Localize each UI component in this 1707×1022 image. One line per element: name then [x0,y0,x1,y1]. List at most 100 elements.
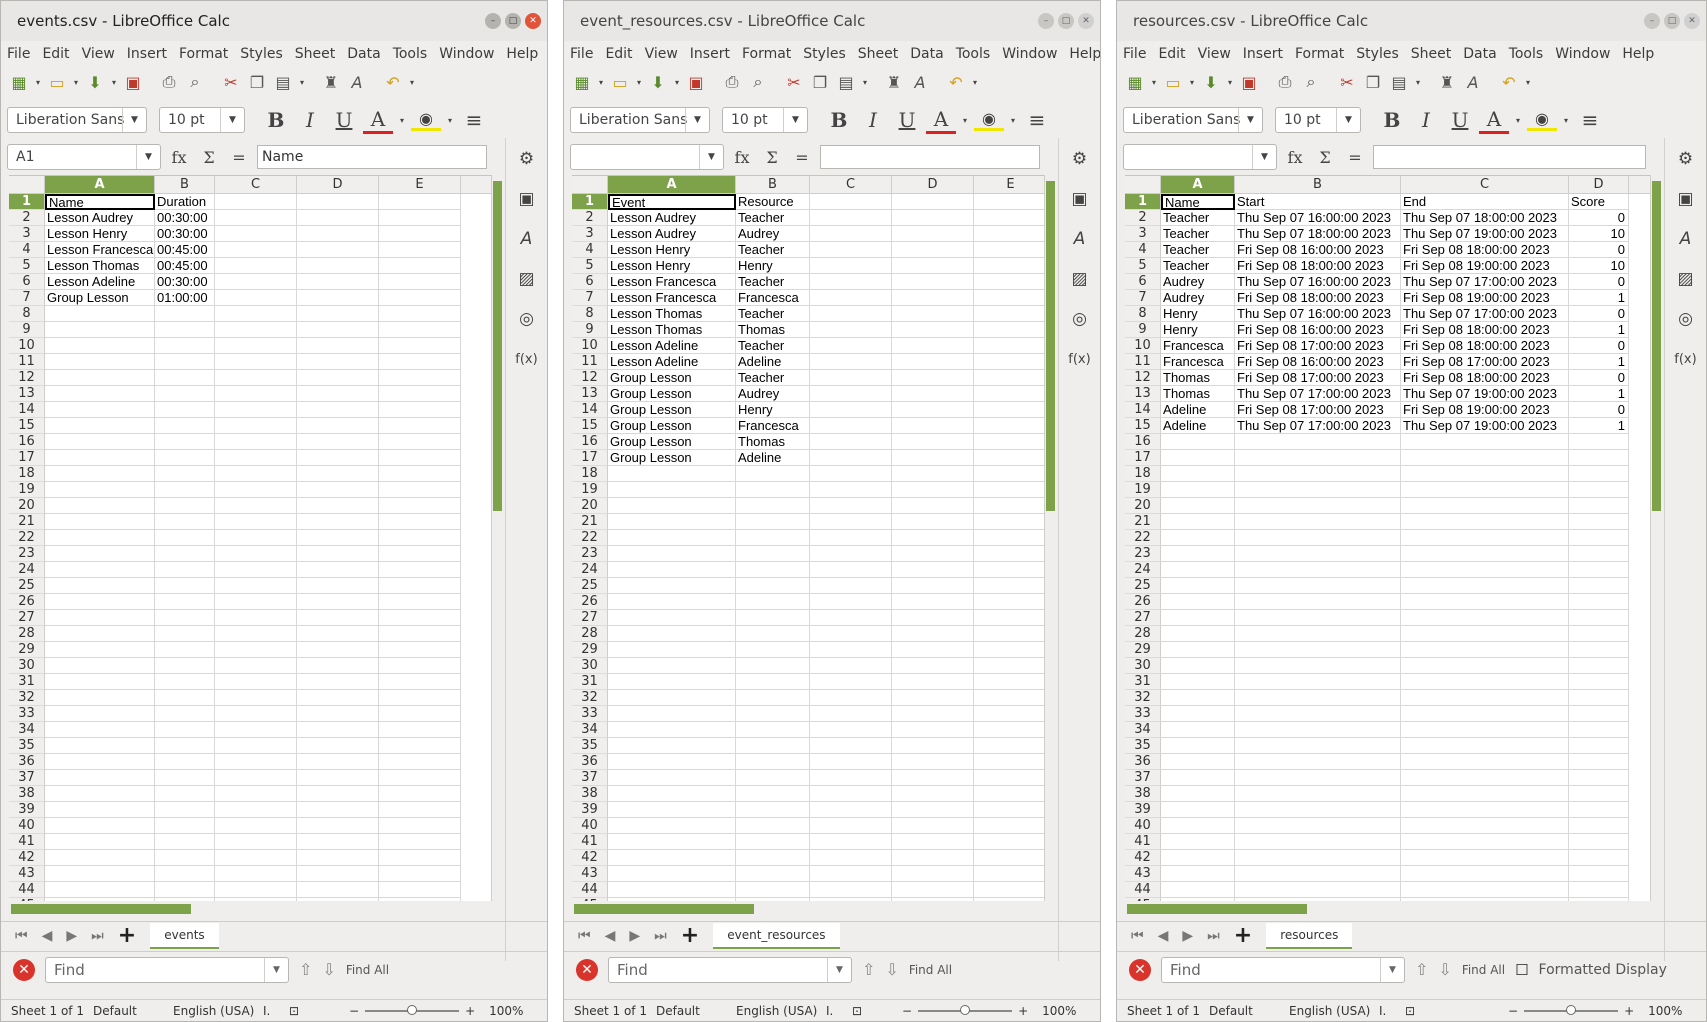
styles-icon[interactable]: 𝘈 [513,226,541,252]
cell-a44[interactable] [608,882,736,898]
cell-c27[interactable] [215,610,297,626]
cell-a45[interactable] [1161,898,1235,901]
close-button[interactable]: ✕ [1684,13,1700,29]
cell-c22[interactable] [810,530,892,546]
row-header[interactable]: 27 [9,610,45,626]
cell-d3[interactable] [892,226,974,242]
dropdown-caret-icon[interactable]: ▾ [1225,78,1235,87]
cell-b8[interactable]: Thu Sep 07 16:00:00 2023 [1235,306,1401,322]
cell-c5[interactable] [215,258,297,274]
chevron-down-icon[interactable]: ▼ [1336,108,1360,132]
cell-d17[interactable] [1569,450,1629,466]
cell-e40[interactable] [379,818,461,834]
menu-item-help[interactable]: Help [1622,46,1654,62]
cell-d11[interactable] [297,354,379,370]
row-header[interactable]: 38 [9,786,45,802]
cell-d37[interactable] [297,770,379,786]
row-header[interactable]: 36 [1125,754,1161,770]
add-sheet-icon[interactable]: + [681,923,699,948]
functions-icon[interactable]: f(x) [1672,346,1700,372]
styles-icon[interactable]: 𝘈 [1672,226,1700,252]
cell-a36[interactable] [608,754,736,770]
navigator-icon[interactable]: ◎ [1066,306,1094,332]
cell-b17[interactable] [155,450,215,466]
cell-c26[interactable] [810,594,892,610]
cell-a19[interactable] [1161,482,1235,498]
cut-icon[interactable]: ✂ [219,70,243,94]
cell-b35[interactable] [1235,738,1401,754]
cell-e3[interactable] [974,226,1048,242]
cell-e9[interactable] [379,322,461,338]
row-header[interactable]: 9 [572,322,608,338]
cell-e35[interactable] [974,738,1048,754]
menu-item-edit[interactable]: Edit [605,46,632,62]
cell-d40[interactable] [297,818,379,834]
row-header[interactable]: 34 [572,722,608,738]
cell-a32[interactable] [1161,690,1235,706]
paste-icon[interactable]: ▤ [834,70,858,94]
dropdown-caret-icon[interactable]: ▾ [445,116,455,125]
cell-c1[interactable] [810,194,892,210]
zoom-out-icon[interactable]: − [902,1004,912,1018]
cell-e17[interactable] [974,450,1048,466]
cell-d38[interactable] [297,786,379,802]
cell-b22[interactable] [1235,530,1401,546]
cell-c12[interactable]: Fri Sep 08 18:00:00 2023 [1401,370,1569,386]
cell-d7[interactable]: 1 [1569,290,1629,306]
zoom-slider[interactable] [918,1004,1013,1015]
cell-d35[interactable] [297,738,379,754]
zoom-slider[interactable] [1524,1004,1619,1015]
cell-a6[interactable]: Lesson Francesca [608,274,736,290]
cell-c12[interactable] [215,370,297,386]
open-folder-icon[interactable]: ▭ [45,70,69,94]
cell-b16[interactable] [1235,434,1401,450]
cell-d43[interactable] [1569,866,1629,882]
cell-c7[interactable]: Fri Sep 08 19:00:00 2023 [1401,290,1569,306]
cell-c43[interactable] [215,866,297,882]
row-header[interactable]: 25 [572,578,608,594]
cell-a34[interactable] [45,722,155,738]
cell-a10[interactable]: Lesson Adeline [608,338,736,354]
row-header[interactable]: 3 [572,226,608,242]
cell-e38[interactable] [974,786,1048,802]
cell-a21[interactable] [1161,514,1235,530]
cell-a43[interactable] [608,866,736,882]
cell-e5[interactable] [974,258,1048,274]
horizontal-scroll-thumb[interactable] [1127,904,1307,914]
cell-a22[interactable] [608,530,736,546]
cell-a27[interactable] [608,610,736,626]
cell-c11[interactable] [810,354,892,370]
clone-formatting-icon[interactable]: ♜ [882,70,906,94]
chevron-down-icon[interactable]: ▼ [1252,145,1276,169]
zoom-in-icon[interactable]: + [1624,1004,1634,1018]
cell-b34[interactable] [155,722,215,738]
cell-d30[interactable] [1569,658,1629,674]
row-header[interactable]: 1 [1125,194,1161,210]
cell-d3[interactable]: 10 [1569,226,1629,242]
row-header[interactable]: 22 [1125,530,1161,546]
cell-e29[interactable] [379,642,461,658]
cell-a6[interactable]: Audrey [1161,274,1235,290]
cell-b37[interactable] [736,770,810,786]
cell-a24[interactable] [1161,562,1235,578]
row-header[interactable]: 6 [9,274,45,290]
cell-a5[interactable]: Teacher [1161,258,1235,274]
cell-a18[interactable] [45,466,155,482]
undo-icon[interactable]: ↶ [1497,70,1521,94]
row-header[interactable]: 16 [1125,434,1161,450]
cell-b12[interactable] [155,370,215,386]
font-size-box[interactable]: 10 pt ▼ [159,107,245,133]
cell-e30[interactable] [379,658,461,674]
cell-a34[interactable] [1161,722,1235,738]
cell-c14[interactable]: Fri Sep 08 19:00:00 2023 [1401,402,1569,418]
cell-d39[interactable] [1569,802,1629,818]
cell-b4[interactable]: Teacher [736,242,810,258]
row-header[interactable]: 12 [1125,370,1161,386]
cell-c40[interactable] [810,818,892,834]
font-size-box[interactable]: 10 pt ▼ [722,107,808,133]
row-header[interactable]: 36 [572,754,608,770]
cell-a4[interactable]: Lesson Francesca [45,242,155,258]
row-header[interactable]: 15 [9,418,45,434]
horizontal-scrollbar[interactable] [572,903,1040,915]
cell-e7[interactable] [379,290,461,306]
